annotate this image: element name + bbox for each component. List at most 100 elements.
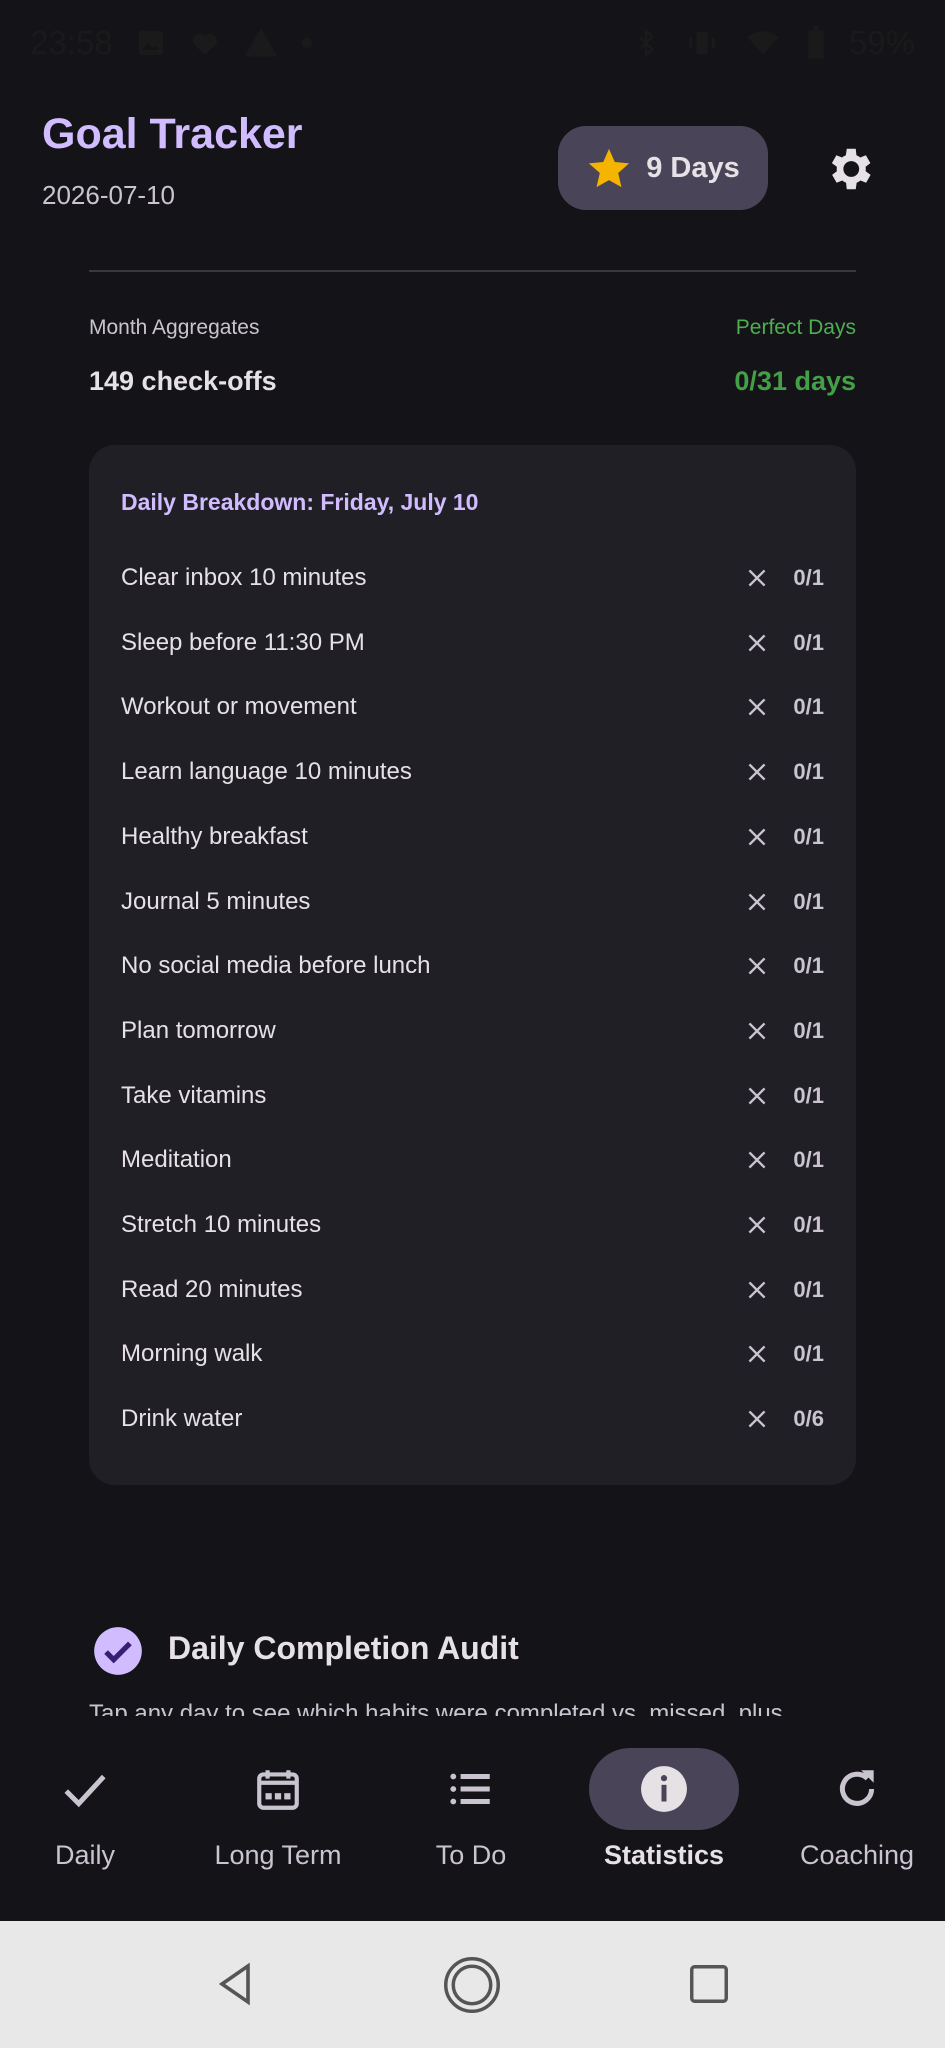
missed-x-icon bbox=[748, 1151, 766, 1169]
missed-x-icon bbox=[748, 1410, 766, 1428]
habit-row[interactable]: No social media before lunch 0/1 bbox=[121, 941, 824, 991]
habit-name: Take vitamins bbox=[121, 1081, 267, 1109]
vibrate-icon bbox=[689, 31, 715, 55]
habit-count: 0/1 bbox=[793, 694, 824, 720]
nav-coaching[interactable]: Coaching bbox=[762, 1718, 945, 1921]
habit-row[interactable]: Sleep before 11:30 PM 0/1 bbox=[121, 618, 824, 668]
habit-row[interactable]: Plan tomorrow 0/1 bbox=[121, 1006, 824, 1056]
habit-count: 0/1 bbox=[793, 1341, 824, 1367]
nav-daily-label: Daily bbox=[54, 1840, 115, 1870]
habit-name: Workout or movement bbox=[121, 693, 357, 721]
missed-x-icon bbox=[748, 763, 766, 781]
refresh-icon bbox=[839, 1770, 875, 1806]
bluetooth-icon bbox=[638, 27, 654, 59]
streak-badge[interactable]: 9 Days bbox=[558, 126, 768, 210]
habit-count: 0/1 bbox=[793, 1082, 824, 1108]
month-aggregates-label: Month Aggregates bbox=[89, 316, 260, 339]
nav-statistics[interactable]: Statistics bbox=[569, 1718, 759, 1921]
missed-x-icon bbox=[748, 1281, 766, 1299]
nav-daily[interactable]: Daily bbox=[0, 1718, 180, 1921]
habit-count: 0/1 bbox=[793, 1147, 824, 1173]
health-notification-icon bbox=[192, 33, 217, 55]
audit-description: Tap any day to see which habits were com… bbox=[89, 1700, 783, 1716]
status-bar: 23:58 59% bbox=[0, 0, 945, 86]
habit-row[interactable]: Drink water 0/6 bbox=[121, 1394, 824, 1444]
habit-name: Sleep before 11:30 PM bbox=[121, 628, 365, 656]
nav-coaching-label: Coaching bbox=[799, 1840, 915, 1870]
app-title: Goal Tracker bbox=[42, 110, 303, 158]
habit-name: Drink water bbox=[121, 1405, 243, 1433]
current-date: 2026-07-10 bbox=[42, 180, 175, 210]
month-aggregates-value: 149 check-offs bbox=[89, 366, 277, 396]
habit-row[interactable]: Clear inbox 10 minutes 0/1 bbox=[121, 553, 824, 603]
missed-x-icon bbox=[748, 1216, 766, 1234]
calendar-icon bbox=[257, 1770, 299, 1810]
habit-row[interactable]: Take vitamins 0/1 bbox=[121, 1071, 824, 1121]
image-notification-icon bbox=[138, 31, 163, 55]
habit-count: 0/1 bbox=[793, 759, 824, 785]
dot-notification-icon bbox=[301, 38, 312, 48]
star-icon bbox=[589, 148, 630, 188]
nav-to-do[interactable]: To Do bbox=[376, 1718, 566, 1921]
habit-name: Learn language 10 minutes bbox=[121, 758, 412, 786]
recents-icon[interactable] bbox=[686, 1961, 732, 2007]
habit-name: No social media before lunch bbox=[121, 952, 431, 980]
breakdown-title: Daily Breakdown: Friday, July 10 bbox=[121, 489, 479, 515]
header: Goal Tracker 2026-07-10 9 Days bbox=[42, 110, 902, 220]
habit-name: Meditation bbox=[121, 1146, 232, 1174]
habit-name: Healthy breakfast bbox=[121, 822, 308, 850]
home-icon[interactable] bbox=[442, 1955, 502, 2015]
missed-x-icon bbox=[748, 957, 766, 975]
habit-name: Stretch 10 minutes bbox=[121, 1211, 322, 1238]
habit-row[interactable]: Meditation 0/1 bbox=[121, 1135, 824, 1185]
missed-x-icon bbox=[748, 1087, 766, 1105]
habit-row[interactable]: Read 20 minutes 0/1 bbox=[121, 1265, 824, 1315]
bottom-navigation: Daily Long Term To Do Statistics Coachin… bbox=[0, 1718, 945, 1921]
info-icon bbox=[641, 1766, 687, 1812]
habit-row[interactable]: Journal 5 minutes 0/1 bbox=[121, 877, 824, 927]
habit-row[interactable]: Stretch 10 minutes 0/1 bbox=[121, 1200, 824, 1250]
nav-long-term-label: Long Term bbox=[214, 1840, 342, 1870]
settings-gear-icon[interactable] bbox=[822, 142, 876, 196]
list-icon bbox=[450, 1773, 490, 1805]
check-icon bbox=[64, 1774, 106, 1808]
perfect-days-label: Perfect Days bbox=[735, 316, 856, 339]
daily-breakdown-card: Daily Breakdown: Friday, July 10 Clear i… bbox=[89, 445, 856, 1485]
missed-x-icon bbox=[748, 1022, 766, 1040]
missed-x-icon bbox=[748, 569, 766, 587]
missed-x-icon bbox=[748, 893, 766, 910]
divider bbox=[89, 270, 856, 272]
habit-name: Plan tomorrow bbox=[121, 1016, 276, 1044]
nav-long-term[interactable]: Long Term bbox=[183, 1718, 373, 1921]
battery-icon bbox=[808, 26, 824, 59]
nav-to-do-label: To Do bbox=[435, 1840, 507, 1870]
missed-x-icon bbox=[748, 1345, 766, 1363]
habit-count: 0/1 bbox=[793, 823, 824, 849]
habit-count: 0/1 bbox=[793, 1276, 824, 1302]
habit-count: 0/1 bbox=[793, 888, 824, 914]
missed-x-icon bbox=[748, 634, 766, 652]
habit-count: 0/1 bbox=[793, 1017, 824, 1043]
habit-row[interactable]: Healthy breakfast 0/1 bbox=[121, 812, 824, 862]
habit-count: 0/6 bbox=[793, 1406, 824, 1432]
habit-count: 0/1 bbox=[793, 953, 824, 979]
back-icon[interactable] bbox=[212, 1959, 260, 2009]
habit-count: 0/1 bbox=[793, 1212, 824, 1237]
habit-name: Journal 5 minutes bbox=[121, 887, 311, 915]
habit-row[interactable]: Morning walk 0/1 bbox=[121, 1329, 824, 1379]
streak-label: 9 Days bbox=[646, 151, 740, 184]
habit-name: Read 20 minutes bbox=[121, 1275, 303, 1303]
wifi-icon bbox=[747, 31, 779, 55]
habit-name: Clear inbox 10 minutes bbox=[121, 564, 367, 591]
battery-percent: 59% bbox=[848, 24, 915, 61]
check-circle-icon bbox=[94, 1627, 142, 1675]
habit-row[interactable]: Workout or movement 0/1 bbox=[121, 682, 824, 732]
system-navigation-bar bbox=[0, 1921, 945, 2048]
habit-count: 0/1 bbox=[793, 565, 824, 590]
habit-count: 0/1 bbox=[793, 629, 824, 655]
perfect-days-value: 0/31 days bbox=[734, 366, 856, 396]
habit-row[interactable]: Learn language 10 minutes 0/1 bbox=[121, 747, 824, 797]
missed-x-icon bbox=[748, 698, 766, 716]
missed-x-icon bbox=[748, 828, 766, 846]
status-time: 23:58 bbox=[30, 24, 113, 61]
